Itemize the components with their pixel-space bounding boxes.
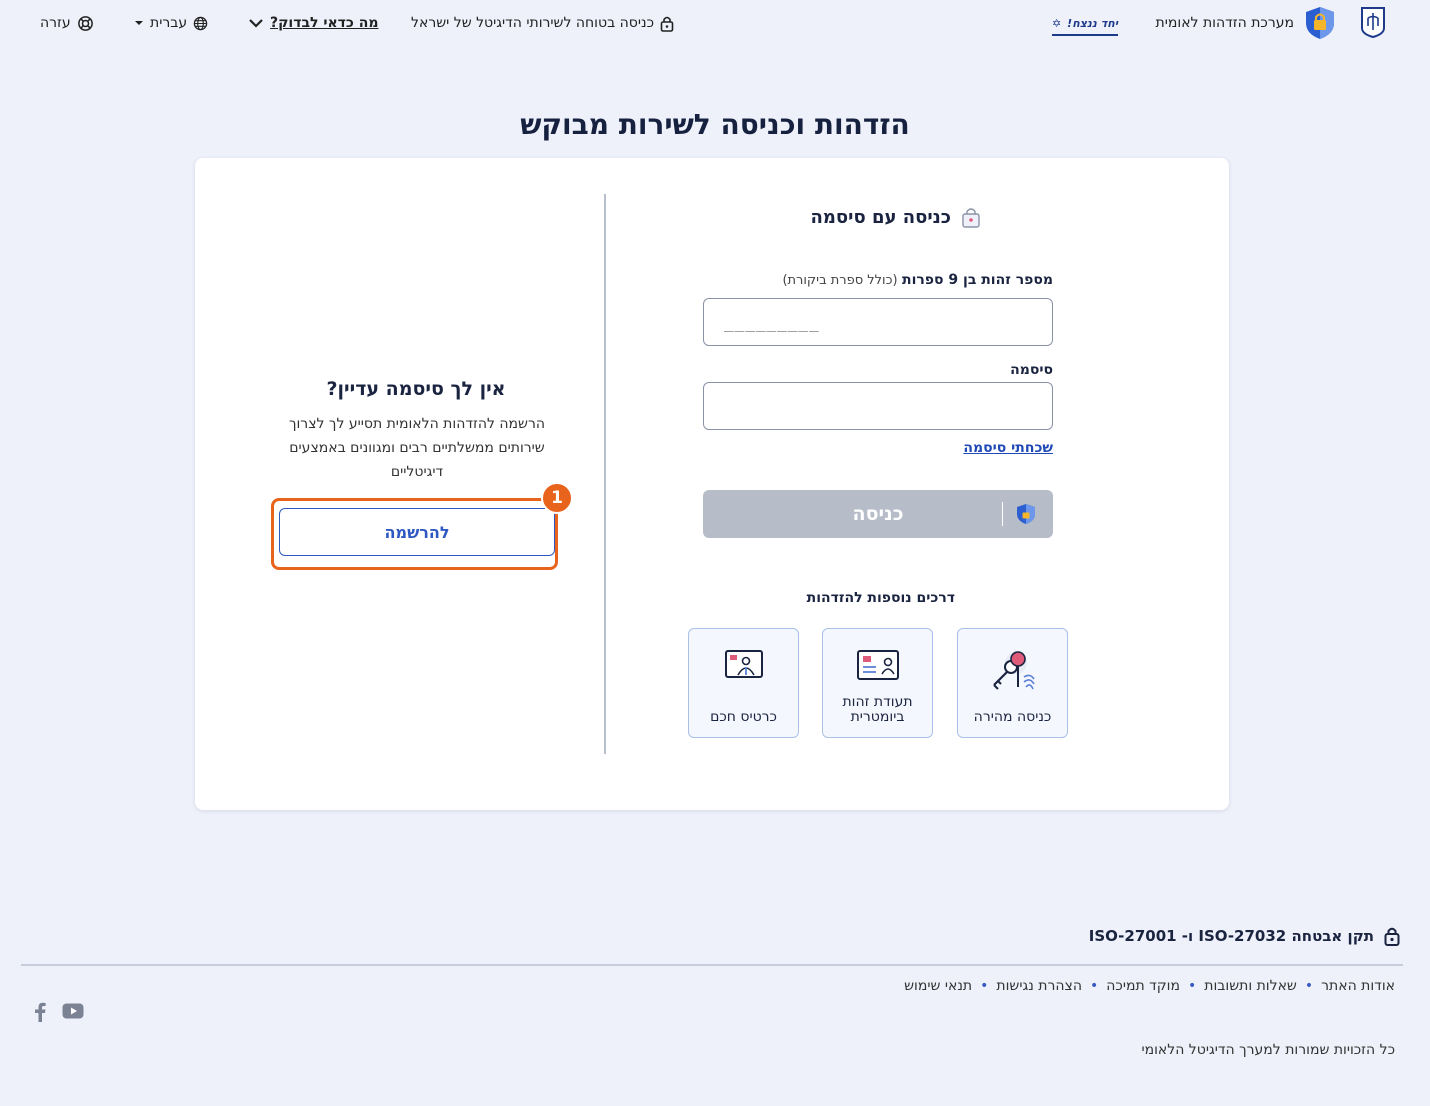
language-label: עברית xyxy=(150,15,188,31)
chevron-down-icon xyxy=(249,19,263,28)
quick-entry-option[interactable]: כניסה מהירה xyxy=(957,628,1068,738)
section-divider xyxy=(604,194,606,754)
biometric-id-label: תעודת זהות ביומטרית xyxy=(842,694,913,725)
iso-text: תקן אבטחה ISO-27032 ו- ISO-27001 xyxy=(1088,927,1374,945)
footer-link-faq[interactable]: שאלות ותשובות xyxy=(1204,978,1297,994)
password-input[interactable] xyxy=(703,382,1053,430)
why-check-link[interactable]: מה כדאי לבדוק? xyxy=(270,15,378,31)
footer-divider xyxy=(21,964,1403,966)
secure-entry-notice: כניסה בטוחה לשירותי הדיגיטל של ישראל xyxy=(411,12,674,34)
enter-button[interactable]: כניסה xyxy=(703,490,1053,538)
footer-link-accessibility[interactable]: הצהרת נגישות xyxy=(996,978,1082,994)
separator-dot: • xyxy=(980,978,989,994)
page-title: הזדהות וכניסה לשירות מבוקש xyxy=(520,108,910,141)
biometric-id-option[interactable]: תעודת זהות ביומטרית xyxy=(822,628,933,738)
language-selector[interactable]: עברית xyxy=(134,12,208,34)
footer-links: אודות האתר • שאלות ותשובות • מוקד תמיכה … xyxy=(904,978,1395,994)
security-standard-notice: תקן אבטחה ISO-27032 ו- ISO-27001 xyxy=(1089,926,1400,946)
id-label-main: מספר זהות בן 9 ספרות xyxy=(902,272,1053,288)
help-link[interactable]: עזרה xyxy=(40,12,94,34)
more-ways-title: דרכים נוספות להזדהות xyxy=(806,590,955,606)
id-field-label: מספר זהות בן 9 ספרות (כולל ספרת ביקורת) xyxy=(782,272,1053,288)
smart-card-label: כרטיס חכם xyxy=(710,709,777,725)
yahad-logo: יחד ננצח! ✡ xyxy=(1051,14,1118,36)
password-lock-icon xyxy=(962,208,980,228)
footer-link-support[interactable]: מוקד תמיכה xyxy=(1106,978,1180,994)
password-field-label: סיסמה xyxy=(1010,362,1053,378)
footer-link-about[interactable]: אודות האתר xyxy=(1321,978,1395,994)
register-title: אין לך סיסמה עדיין? xyxy=(326,378,506,400)
state-emblem-icon xyxy=(1360,6,1386,38)
lifebuoy-icon xyxy=(77,15,93,31)
login-title-text: כניסה עם סיסמה xyxy=(810,206,951,228)
register-description: הרשמה להזדהות הלאומית תסייע לך לצרוך שיר… xyxy=(288,416,546,480)
system-name: מערכת הזדהות לאומית xyxy=(1155,15,1294,31)
smart-card-icon xyxy=(724,650,763,678)
help-label: עזרה xyxy=(40,15,71,31)
separator-dot: • xyxy=(1188,978,1197,994)
login-card: כניסה עם סיסמה מספר זהות בן 9 ספרות (כול… xyxy=(195,158,1229,810)
star-of-david-icon: ✡ xyxy=(1051,17,1062,30)
quick-entry-label: כניסה מהירה xyxy=(973,709,1052,725)
lock-icon xyxy=(660,16,674,32)
id-card-icon xyxy=(856,650,899,680)
copyright: כל הזכויות שמורות למערך הדיגיטל הלאומי xyxy=(1141,1042,1395,1058)
register-button[interactable]: להרשמה xyxy=(279,508,555,556)
fingerprint-key-icon xyxy=(992,651,1035,690)
separator-dot: • xyxy=(1090,978,1099,994)
id-number-input[interactable] xyxy=(703,298,1053,346)
globe-icon xyxy=(193,16,208,30)
top-bar: מערכת הזדהות לאומית יחד ננצח! ✡ כניסה בט… xyxy=(0,0,1430,46)
shield-icon xyxy=(1017,504,1035,524)
login-section-title: כניסה עם סיסמה xyxy=(811,206,981,228)
caret-down-icon xyxy=(135,21,143,25)
secure-entry-text: כניסה בטוחה לשירותי הדיגיטל של ישראל xyxy=(411,15,654,31)
padlock-icon xyxy=(1384,927,1400,946)
why-check-dropdown[interactable]: מה כדאי לבדוק? xyxy=(248,12,378,34)
youtube-icon[interactable] xyxy=(62,1002,84,1024)
button-separator xyxy=(1002,502,1003,526)
forgot-password-link[interactable]: שכחתי סיסמה xyxy=(963,440,1053,456)
step-badge: 1 xyxy=(541,482,573,514)
id-shield-logo-icon xyxy=(1304,6,1336,40)
id-label-hint: (כולל ספרת ביקורת) xyxy=(782,273,898,288)
register-button-label: להרשמה xyxy=(384,522,450,542)
facebook-icon[interactable] xyxy=(33,1002,47,1026)
separator-dot: • xyxy=(1304,978,1314,994)
yahad-text: יחד ננצח! xyxy=(1067,17,1118,30)
footer-link-terms[interactable]: תנאי שימוש xyxy=(904,978,972,994)
smart-card-option[interactable]: כרטיס חכם xyxy=(688,628,799,738)
enter-button-label: כניסה xyxy=(852,503,904,525)
